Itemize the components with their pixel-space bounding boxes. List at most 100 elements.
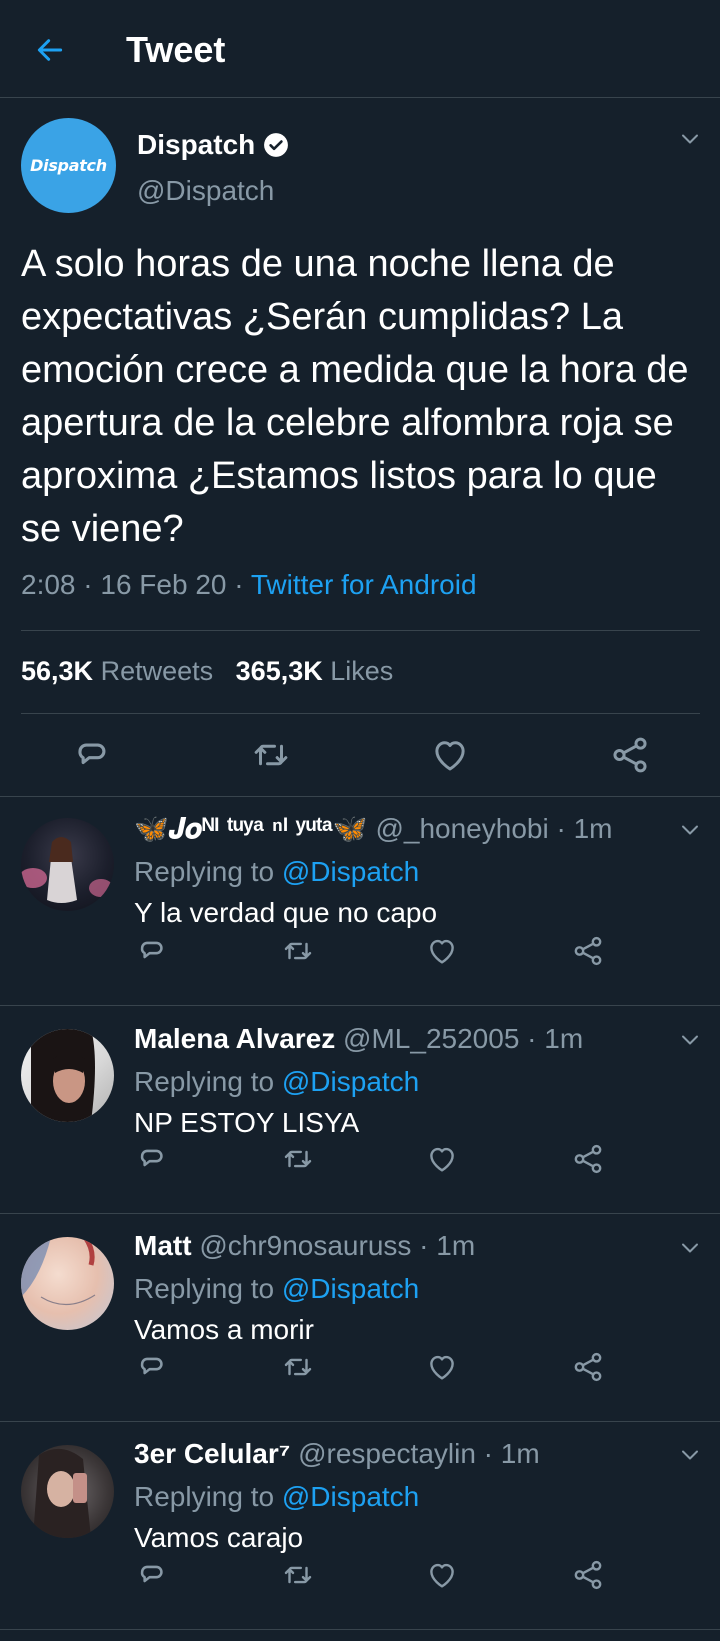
reply-item[interactable]: 🦋𝑱𝒐ᴺᴵ ᵗᵘʸᵃ ⁿᴵ ʸᵘᵗᵃ🦋 @_honeyhobi · 1m Rep… [0, 797, 720, 1004]
like-button[interactable] [422, 1555, 462, 1595]
reply-button[interactable] [66, 730, 116, 780]
like-button[interactable] [425, 730, 475, 780]
reply-icon [134, 1350, 168, 1384]
like-icon [425, 1558, 459, 1592]
reply-options-button[interactable] [677, 817, 703, 843]
likes-stat[interactable]: 365,3K Likes [236, 656, 394, 686]
reply-header: Malena Alvarez @ML_252005 · 1m [134, 1022, 583, 1056]
avatar[interactable] [21, 818, 114, 911]
back-button[interactable] [28, 28, 72, 72]
share-button[interactable] [568, 1555, 608, 1595]
likes-count: 365,3K [235, 656, 323, 686]
replying-to-link[interactable]: @Dispatch [282, 856, 419, 887]
tweet-stats: 56,3K Retweets 365,3K Likes [21, 654, 393, 688]
reply-author-name[interactable]: 🦋𝑱𝒐ᴺᴵ ᵗᵘʸᵃ ⁿᴵ ʸᵘᵗᵃ🦋 [134, 813, 368, 844]
like-button[interactable] [422, 1347, 462, 1387]
avatar-photo [21, 837, 113, 903]
retweet-button[interactable] [246, 730, 296, 780]
share-button[interactable] [568, 1139, 608, 1179]
replying-to-link[interactable]: @Dispatch [282, 1273, 419, 1304]
retweet-button[interactable] [278, 1139, 318, 1179]
replying-prefix: Replying to [134, 1273, 282, 1304]
reply-item[interactable]: Matt @chr9nosauruss · 1m Replying to @Di… [0, 1214, 720, 1421]
like-button[interactable] [422, 931, 462, 971]
replying-to: Replying to @Dispatch [134, 1272, 419, 1306]
reply-button[interactable] [131, 1347, 171, 1387]
retweet-button[interactable] [278, 931, 318, 971]
chevron-down-icon [678, 1028, 702, 1052]
reply-item[interactable]: Malena Alvarez @ML_252005 · 1m Replying … [0, 1006, 720, 1213]
divider [21, 713, 700, 714]
replying-prefix: Replying to [134, 856, 282, 887]
reply-item[interactable]: 3er Celular⁷ @respectaylin · 1m Replying… [0, 1422, 720, 1629]
chevron-down-icon [678, 818, 702, 842]
share-icon [571, 934, 605, 968]
share-icon [609, 734, 651, 776]
verified-badge-icon [264, 133, 289, 157]
replying-prefix: Replying to [134, 1481, 282, 1512]
reply-text: Vamos carajo [134, 1522, 304, 1553]
retweets-label: Retweets [100, 656, 214, 686]
avatar-photo [33, 1448, 91, 1538]
author-display-name: Dispatch [137, 129, 256, 160]
tweet-meta: 2:08 · 16 Feb 20 · Twitter for Android [21, 568, 477, 602]
share-button[interactable] [568, 931, 608, 971]
reply-options-button[interactable] [677, 1027, 703, 1053]
retweet-icon [281, 1142, 315, 1176]
share-button[interactable] [605, 730, 655, 780]
reply-author-name[interactable]: Matt [134, 1230, 192, 1261]
reply-author-handle[interactable]: @ML_252005 · 1m [335, 1023, 583, 1054]
avatar-logo-text: Dispatch [30, 156, 107, 175]
retweet-button[interactable] [278, 1347, 318, 1387]
reply-author-handle[interactable]: @respectaylin · 1m [290, 1438, 540, 1469]
retweet-icon [281, 1350, 315, 1384]
likes-label: Likes [330, 656, 394, 686]
avatar[interactable] [21, 1445, 114, 1538]
like-icon [429, 734, 471, 776]
replying-prefix: Replying to [134, 1066, 282, 1097]
reply-icon [134, 1142, 168, 1176]
author-handle[interactable]: @Dispatch [137, 174, 274, 208]
reply-header: Matt @chr9nosauruss · 1m [134, 1229, 475, 1263]
reply-author-handle[interactable]: @_honeyhobi · 1m [368, 813, 612, 844]
author-name[interactable]: Dispatch [137, 128, 289, 162]
reply-button[interactable] [131, 1139, 171, 1179]
replying-to-link[interactable]: @Dispatch [282, 1481, 419, 1512]
replying-to: Replying to @Dispatch [134, 1065, 419, 1099]
reply-button[interactable] [131, 931, 171, 971]
chevron-down-icon [678, 1236, 702, 1260]
reply-button[interactable] [131, 1555, 171, 1595]
avatar[interactable] [21, 1237, 114, 1330]
tweet-source-link[interactable]: Twitter for Android [251, 569, 477, 600]
like-icon [425, 934, 459, 968]
reply-icon [70, 734, 112, 776]
replying-to: Replying to @Dispatch [134, 855, 419, 889]
avatar-photo [31, 1029, 95, 1122]
retweets-count: 56,3K [21, 656, 94, 686]
top-app-bar: Tweet [0, 0, 720, 98]
page-title: Tweet [126, 29, 226, 70]
back-arrow-icon [37, 39, 63, 61]
chevron-down-icon [678, 1443, 702, 1467]
reply-text: Y la verdad que no capo [134, 897, 438, 928]
reply-icon [134, 934, 168, 968]
divider [0, 1629, 720, 1630]
retweet-icon [250, 734, 292, 776]
like-icon [425, 1350, 459, 1384]
like-button[interactable] [422, 1139, 462, 1179]
reply-author-name[interactable]: 3er Celular⁷ [134, 1438, 290, 1469]
share-button[interactable] [568, 1347, 608, 1387]
avatar[interactable] [21, 1029, 114, 1122]
reply-author-name[interactable]: Malena Alvarez [134, 1023, 335, 1054]
retweets-stat[interactable]: 56,3K Retweets [21, 656, 213, 686]
tweet-options-button[interactable] [677, 126, 703, 152]
reply-author-handle[interactable]: @chr9nosauruss · 1m [192, 1230, 475, 1261]
reply-options-button[interactable] [677, 1235, 703, 1261]
retweet-button[interactable] [278, 1555, 318, 1595]
replying-to-link[interactable]: @Dispatch [282, 1066, 419, 1097]
reply-options-button[interactable] [677, 1442, 703, 1468]
reply-text: NP ESTOY LISYA [134, 1107, 360, 1138]
share-icon [571, 1558, 605, 1592]
author-avatar[interactable]: Dispatch [21, 118, 116, 213]
share-icon [571, 1350, 605, 1384]
